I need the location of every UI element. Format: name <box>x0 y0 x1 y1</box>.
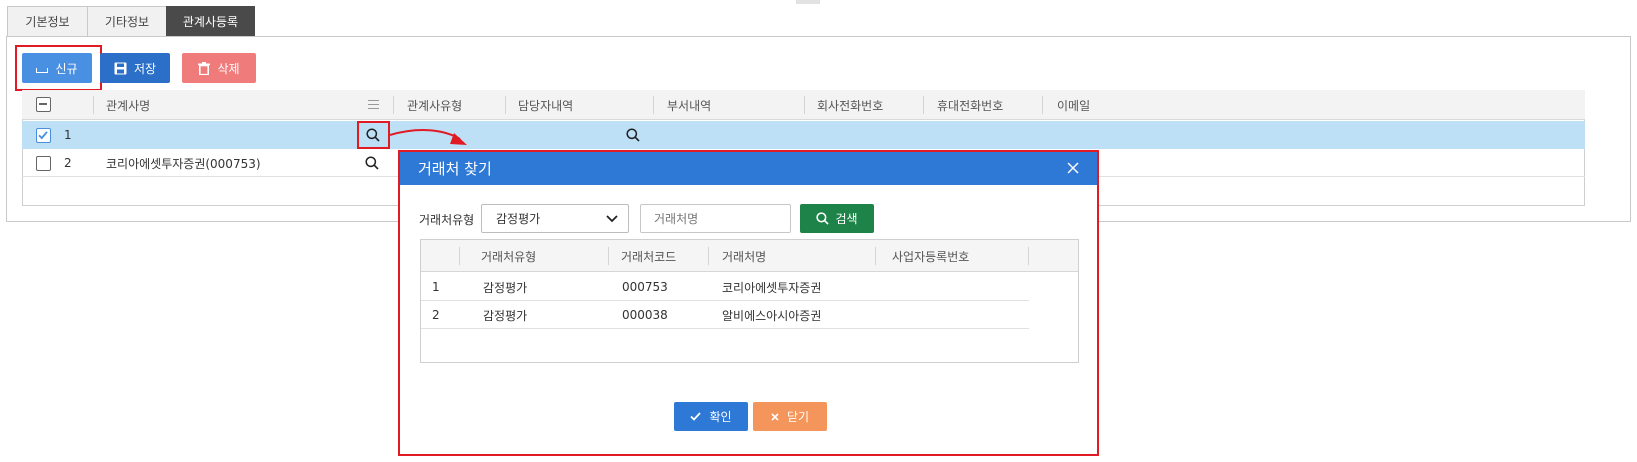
row-number: 1 <box>64 128 72 142</box>
delete-button[interactable]: 삭제 <box>182 53 256 83</box>
column-header-department[interactable]: 부서내역 <box>667 90 711 120</box>
column-menu-icon[interactable] <box>368 100 379 109</box>
confirm-button[interactable]: 확인 <box>674 402 748 431</box>
column-header-mobile-phone[interactable]: 휴대전화번호 <box>937 90 1003 120</box>
tab-other-info[interactable]: 기타정보 <box>87 6 167 36</box>
annotation-highlight-new <box>15 45 102 91</box>
row-number: 2 <box>64 156 72 170</box>
column-header-contact[interactable]: 담당자내역 <box>518 90 573 120</box>
column-separator <box>875 247 876 265</box>
search-icon[interactable] <box>365 156 379 170</box>
vendor-type-cell: 감정평가 <box>483 308 528 323</box>
vendor-type-cell: 감정평가 <box>483 280 528 295</box>
close-icon[interactable] <box>1067 162 1079 174</box>
close-icon <box>771 412 779 421</box>
delete-button-label: 삭제 <box>217 61 240 76</box>
vendor-code-cell: 000753 <box>622 280 668 294</box>
column-header-affiliate-type[interactable]: 관계사유형 <box>407 90 462 120</box>
drag-handle[interactable] <box>796 0 820 4</box>
confirm-button-label: 확인 <box>709 410 732 424</box>
column-header-vendor-code[interactable]: 거래처코드 <box>621 240 676 272</box>
column-header-affiliate-name[interactable]: 관계사명 <box>106 90 150 120</box>
column-separator <box>923 96 924 114</box>
tab-label: 관계사등록 <box>182 15 239 29</box>
vendor-name-input[interactable] <box>640 204 791 233</box>
vendor-name-cell: 알비에스아시아증권 <box>722 308 822 323</box>
row-checkbox[interactable] <box>36 128 51 143</box>
save-icon <box>114 62 127 74</box>
dialog-header: 거래처 찾기 <box>400 152 1097 185</box>
vendor-code-cell: 000038 <box>622 308 668 322</box>
chevron-down-icon <box>606 215 618 223</box>
column-separator <box>1028 247 1029 265</box>
column-separator <box>653 96 654 114</box>
column-separator <box>804 96 805 114</box>
vendor-type-label: 거래처유형 <box>419 213 475 227</box>
tab-label: 기본정보 <box>25 15 70 29</box>
vendor-type-value: 감정평가 <box>496 212 541 226</box>
search-button[interactable]: 검색 <box>800 204 874 233</box>
tab-label: 기타정보 <box>104 15 150 29</box>
column-header-vendor-name[interactable]: 거래처명 <box>722 240 766 272</box>
column-header-email[interactable]: 이메일 <box>1057 90 1090 120</box>
column-header-vendor-type[interactable]: 거래처유형 <box>481 240 536 272</box>
vendor-name-cell: 코리아에셋투자증권 <box>722 280 822 295</box>
annotation-highlight-search <box>357 121 390 149</box>
tab-affiliate-registration[interactable]: 관계사등록 <box>166 6 255 36</box>
column-header-company-phone[interactable]: 회사전화번호 <box>817 90 883 120</box>
dialog-title: 거래처 찾기 <box>418 160 492 178</box>
check-icon <box>690 412 702 421</box>
column-separator <box>93 96 94 114</box>
table-row[interactable] <box>22 121 1585 149</box>
column-separator <box>708 247 709 265</box>
row-number: 1 <box>432 280 440 294</box>
close-button-label: 닫기 <box>786 410 810 424</box>
save-button[interactable]: 저장 <box>100 53 170 83</box>
column-separator <box>393 96 394 114</box>
row-number: 2 <box>432 308 440 322</box>
trash-icon <box>198 61 211 75</box>
column-separator <box>1042 96 1043 114</box>
tab-basic-info[interactable]: 기본정보 <box>7 6 88 36</box>
search-button-label: 검색 <box>835 212 858 226</box>
column-separator <box>608 247 609 265</box>
column-separator <box>505 96 506 114</box>
save-button-label: 저장 <box>133 61 157 76</box>
select-all-checkbox[interactable] <box>36 97 51 112</box>
row-checkbox[interactable] <box>36 156 51 171</box>
search-icon <box>816 212 830 225</box>
column-separator <box>459 247 460 265</box>
affiliate-name-cell[interactable]: 코리아에셋투자증권(000753) <box>106 149 261 177</box>
close-button[interactable]: 닫기 <box>753 402 827 431</box>
column-header-business-number[interactable]: 사업자등록번호 <box>892 240 969 272</box>
search-icon[interactable] <box>626 128 640 142</box>
